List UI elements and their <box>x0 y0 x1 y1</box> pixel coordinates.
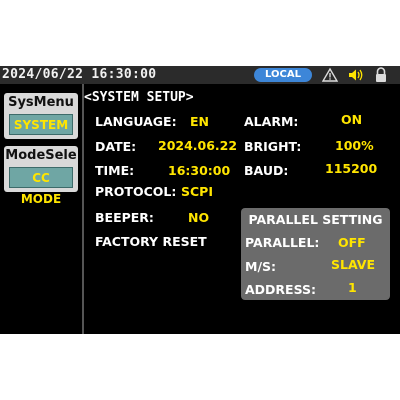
sys-menu-title: SysMenu <box>8 95 74 110</box>
mode-select-group: ModeSele CC MODE <box>4 146 78 206</box>
language-label: LANGUAGE: <box>95 114 177 129</box>
alarm-label: ALARM: <box>244 114 299 129</box>
address-value[interactable]: 1 <box>348 280 357 295</box>
parallel-setting-panel: PARALLEL SETTING PARALLEL: OFF M/S: SLAV… <box>241 208 390 300</box>
ms-label: M/S: <box>245 259 277 274</box>
alarm-value[interactable]: ON <box>341 112 362 127</box>
parallel-value[interactable]: OFF <box>338 235 366 250</box>
parallel-setting-title: PARALLEL SETTING <box>248 212 383 227</box>
date-value[interactable]: 2024.06.22 <box>158 138 237 153</box>
local-badge[interactable]: LOCAL <box>254 68 312 82</box>
cc-mode-button[interactable]: CC MODE <box>9 167 73 206</box>
system-button[interactable]: SYSTEM <box>9 114 73 135</box>
time-label: TIME: <box>95 163 135 178</box>
ms-value[interactable]: SLAVE <box>331 257 375 272</box>
beeper-label: BEEPER: <box>95 210 154 225</box>
datetime-display: 2024/06/22 16:30:00 <box>2 67 157 82</box>
date-label: DATE: <box>95 139 137 154</box>
mode-select-title: ModeSele <box>5 148 77 163</box>
time-value[interactable]: 16:30:00 <box>168 163 230 178</box>
sys-menu-group: SysMenu SYSTEM <box>4 93 78 139</box>
protocol-label: PROTOCOL: <box>95 184 177 199</box>
status-bar: 2024/06/22 16:30:00 LOCAL <box>0 66 400 84</box>
baud-label: BAUD: <box>244 163 289 178</box>
parallel-label: PARALLEL: <box>245 235 320 250</box>
page-title: <SYSTEM SETUP> <box>84 90 194 105</box>
beeper-value[interactable]: NO <box>188 210 209 225</box>
factory-reset-item[interactable]: FACTORY RESET <box>95 234 207 249</box>
bright-label: BRIGHT: <box>244 139 302 154</box>
address-label: ADDRESS: <box>245 282 317 297</box>
baud-value[interactable]: 115200 <box>325 161 377 176</box>
language-value[interactable]: EN <box>190 114 209 129</box>
protocol-value[interactable]: SCPI <box>181 184 213 199</box>
instrument-screen: 2024/06/22 16:30:00 LOCAL SysMenu SYSTEM… <box>0 66 400 334</box>
sidebar: SysMenu SYSTEM ModeSele CC MODE <box>0 84 84 334</box>
system-setup-page: <SYSTEM SETUP> LANGUAGE: EN ALARM: ON DA… <box>84 84 400 334</box>
bright-value[interactable]: 100% <box>335 138 374 153</box>
